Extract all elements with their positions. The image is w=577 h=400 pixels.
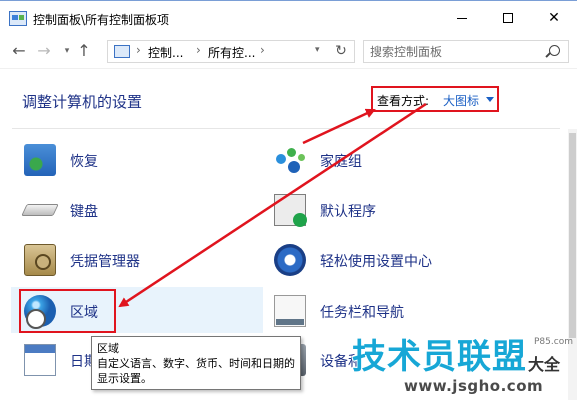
address-bar[interactable]: › 控制... › 所有控... › ▾ xyxy=(107,40,355,63)
refresh-icon: ↻ xyxy=(335,43,347,59)
maximize-button[interactable] xyxy=(485,1,531,35)
item-default-programs[interactable]: 默认程序 xyxy=(274,188,474,232)
breadcrumb-separator-icon: › xyxy=(136,43,141,57)
item-homegroup-label: 家庭组 xyxy=(320,154,362,170)
view-by-label: 查看方式: xyxy=(377,94,430,108)
item-keyboard-label: 键盘 xyxy=(70,204,98,220)
item-keyboard[interactable]: 键盘 xyxy=(21,188,224,232)
tooltip-description: 自定义语言、数字、货币、时间和日期的显示设置。 xyxy=(97,357,295,385)
back-arrow-icon: ← xyxy=(12,41,26,60)
minimize-button[interactable] xyxy=(439,1,485,35)
ease-of-access-icon xyxy=(274,244,306,276)
breadcrumb-all-items[interactable]: 所有控... xyxy=(208,44,255,61)
recovery-icon xyxy=(24,144,56,176)
view-by-dropdown[interactable]: 大图标 xyxy=(443,92,479,109)
refresh-button[interactable]: ↻ xyxy=(329,40,353,63)
item-taskbar-label: 任务栏和导航 xyxy=(320,305,404,321)
close-icon: ✕ xyxy=(548,10,560,26)
page-title: 调整计算机的设置 xyxy=(22,93,143,111)
region-tooltip: 区域 自定义语言、数字、货币、时间和日期的显示设置。 xyxy=(91,336,301,390)
item-recovery-label: 恢复 xyxy=(70,154,98,170)
search-box[interactable] xyxy=(363,40,569,63)
homegroup-icon xyxy=(274,144,306,176)
watermark-url: www.jsgho.com xyxy=(404,377,544,395)
title-bar: 控制面板\所有控制面板项 ✕ xyxy=(0,0,577,36)
chevron-down-icon[interactable] xyxy=(486,97,494,102)
minimize-icon xyxy=(457,17,467,19)
search-icon[interactable] xyxy=(549,45,560,56)
breadcrumb-control-panel[interactable]: 控制... xyxy=(148,44,183,61)
item-homegroup[interactable]: 家庭组 xyxy=(274,138,474,182)
item-taskbar[interactable]: 任务栏和导航 xyxy=(274,289,474,333)
item-default-programs-label: 默认程序 xyxy=(320,204,376,220)
window-title: 控制面板\所有控制面板项 xyxy=(33,13,170,27)
calendar-icon xyxy=(24,344,56,376)
default-programs-icon xyxy=(274,194,307,227)
forward-arrow-icon: → xyxy=(37,41,51,60)
navigation-bar: ← → ▾ ↑ › 控制... › 所有控... › ▾ ↻ xyxy=(0,36,577,67)
address-dropdown-icon[interactable]: ▾ xyxy=(315,45,320,55)
search-input[interactable] xyxy=(370,43,540,60)
content-separator xyxy=(12,128,560,129)
item-devices-label: 设备和 xyxy=(320,354,362,370)
breadcrumb-separator-icon: › xyxy=(260,43,265,57)
item-recovery[interactable]: 恢复 xyxy=(24,138,224,182)
region-annotation-box xyxy=(19,289,116,333)
control-panel-icon xyxy=(9,11,27,26)
item-credential-manager-label: 凭据管理器 xyxy=(70,254,140,270)
item-ease-of-access[interactable]: 轻松使用设置中心 xyxy=(274,238,494,282)
watermark-sub: 大全 xyxy=(528,355,561,374)
taskbar-icon xyxy=(274,295,306,327)
breadcrumb-separator-icon: › xyxy=(196,43,201,57)
control-panel-icon xyxy=(114,45,130,58)
back-button[interactable]: ← xyxy=(8,40,30,62)
view-by-control[interactable]: 查看方式: 大图标 xyxy=(371,86,499,112)
chevron-down-icon: ▾ xyxy=(64,46,70,56)
maximize-icon xyxy=(503,13,513,23)
item-ease-of-access-label: 轻松使用设置中心 xyxy=(320,254,432,270)
toolbar-divider xyxy=(0,68,577,69)
vertical-scrollbar[interactable] xyxy=(568,129,577,400)
up-arrow-icon: ↑ xyxy=(77,41,91,60)
item-date-time[interactable]: 日期 xyxy=(24,338,98,382)
up-button[interactable]: ↑ xyxy=(73,40,95,62)
tooltip-title: 区域 xyxy=(97,342,119,355)
forward-button[interactable]: → xyxy=(33,40,55,62)
item-credential-manager[interactable]: 凭据管理器 xyxy=(24,238,224,282)
close-button[interactable]: ✕ xyxy=(531,1,577,35)
scrollbar-thumb[interactable] xyxy=(569,133,576,338)
credential-manager-icon xyxy=(24,244,56,276)
keyboard-icon xyxy=(21,204,59,216)
